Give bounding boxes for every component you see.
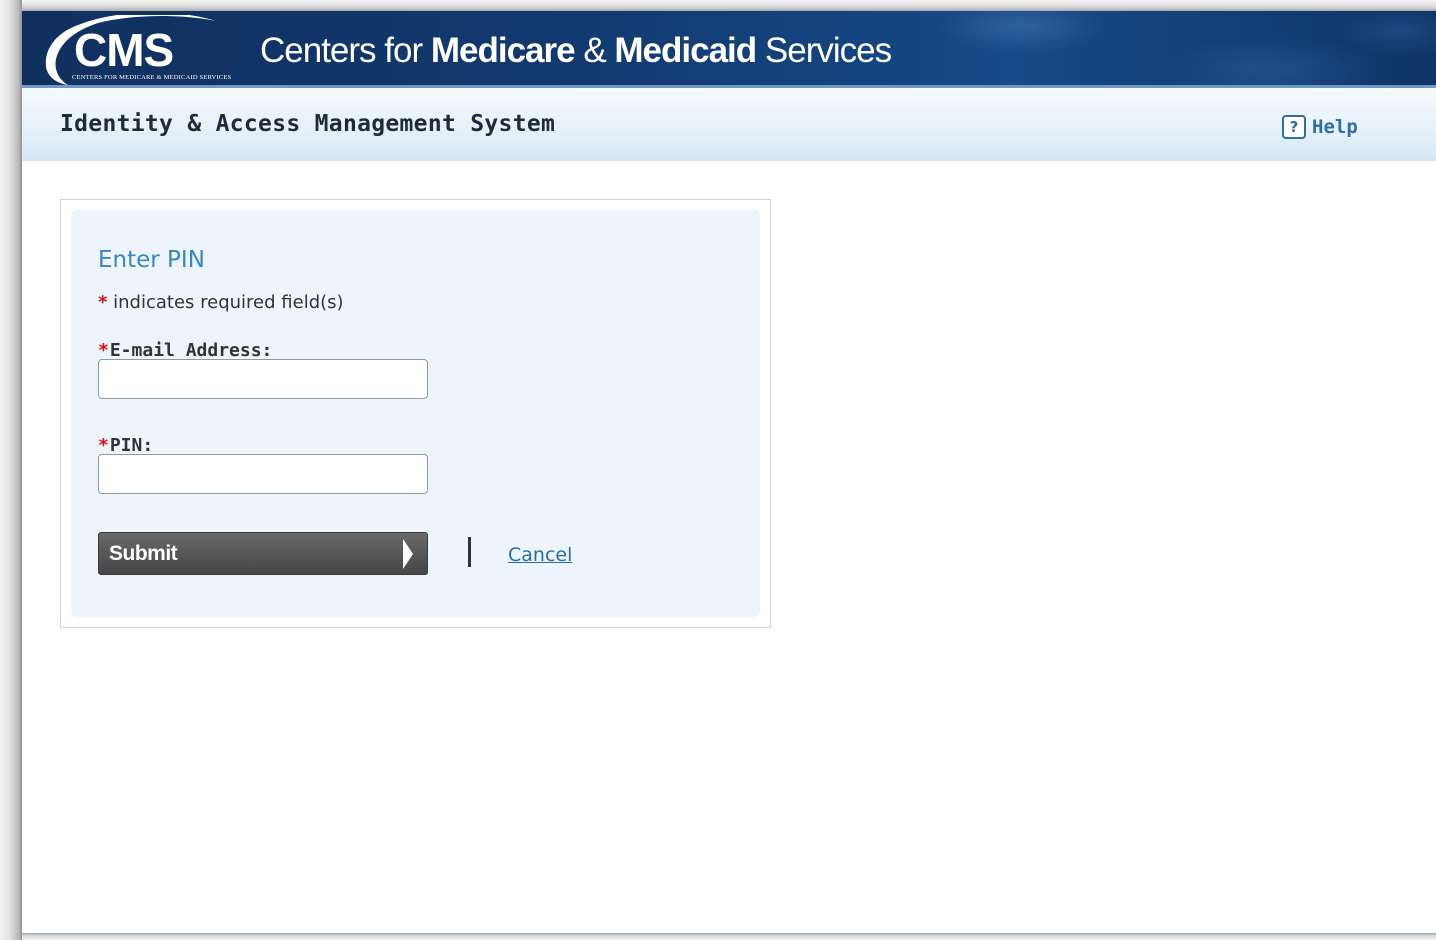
- agency-name: Centers for Medicare & Medicaid Services: [260, 31, 892, 71]
- required-star: *: [98, 435, 109, 456]
- submit-button[interactable]: Submit: [98, 532, 428, 575]
- pin-label: *PIN:: [98, 435, 153, 456]
- pin-label-text: PIN:: [109, 435, 154, 456]
- cms-logo[interactable]: CMS CENTERS FOR MEDICARE & MEDICAID SERV…: [38, 13, 248, 85]
- help-link[interactable]: ? Help: [1282, 115, 1358, 139]
- logo-text: CMS: [74, 24, 174, 76]
- agency-name-part: Centers for: [260, 31, 431, 70]
- help-label: Help: [1312, 116, 1358, 138]
- arrow-right-icon: [403, 539, 413, 569]
- agency-name-services: Services: [756, 31, 892, 70]
- required-star: *: [98, 292, 108, 313]
- email-label-text: E-mail Address:: [109, 340, 273, 361]
- pin-field[interactable]: [98, 454, 428, 494]
- cancel-link[interactable]: Cancel: [508, 544, 572, 566]
- required-star: *: [98, 340, 109, 361]
- system-title-bar: Identity & Access Management System ? He…: [22, 88, 1436, 161]
- window-shadow-bottom: [22, 933, 1436, 940]
- question-box-icon: ?: [1282, 115, 1306, 139]
- submit-label: Submit: [109, 541, 178, 565]
- agency-name-medicaid: Medicaid: [614, 31, 757, 70]
- pin-form-card: Enter PIN * indicates required field(s) …: [60, 199, 771, 628]
- button-separator: [468, 537, 471, 567]
- email-label: *E-mail Address:: [98, 340, 272, 361]
- window-shadow-top: [0, 0, 1436, 11]
- window-shadow-left: [0, 0, 22, 940]
- email-field[interactable]: [98, 359, 428, 399]
- agency-name-medicare: Medicare: [430, 31, 576, 70]
- required-note: * indicates required field(s): [98, 292, 344, 313]
- logo-subtext: CENTERS FOR MEDICARE & MEDICAID SERVICES: [72, 74, 232, 81]
- pin-form-panel: Enter PIN * indicates required field(s) …: [71, 210, 760, 617]
- system-title: Identity & Access Management System: [60, 111, 556, 137]
- agency-name-amp: &: [574, 31, 615, 70]
- cms-banner: CMS CENTERS FOR MEDICARE & MEDICAID SERV…: [22, 11, 1436, 87]
- form-title: Enter PIN: [98, 247, 205, 273]
- required-note-text: indicates required field(s): [107, 292, 344, 313]
- page: CMS CENTERS FOR MEDICARE & MEDICAID SERV…: [22, 11, 1436, 933]
